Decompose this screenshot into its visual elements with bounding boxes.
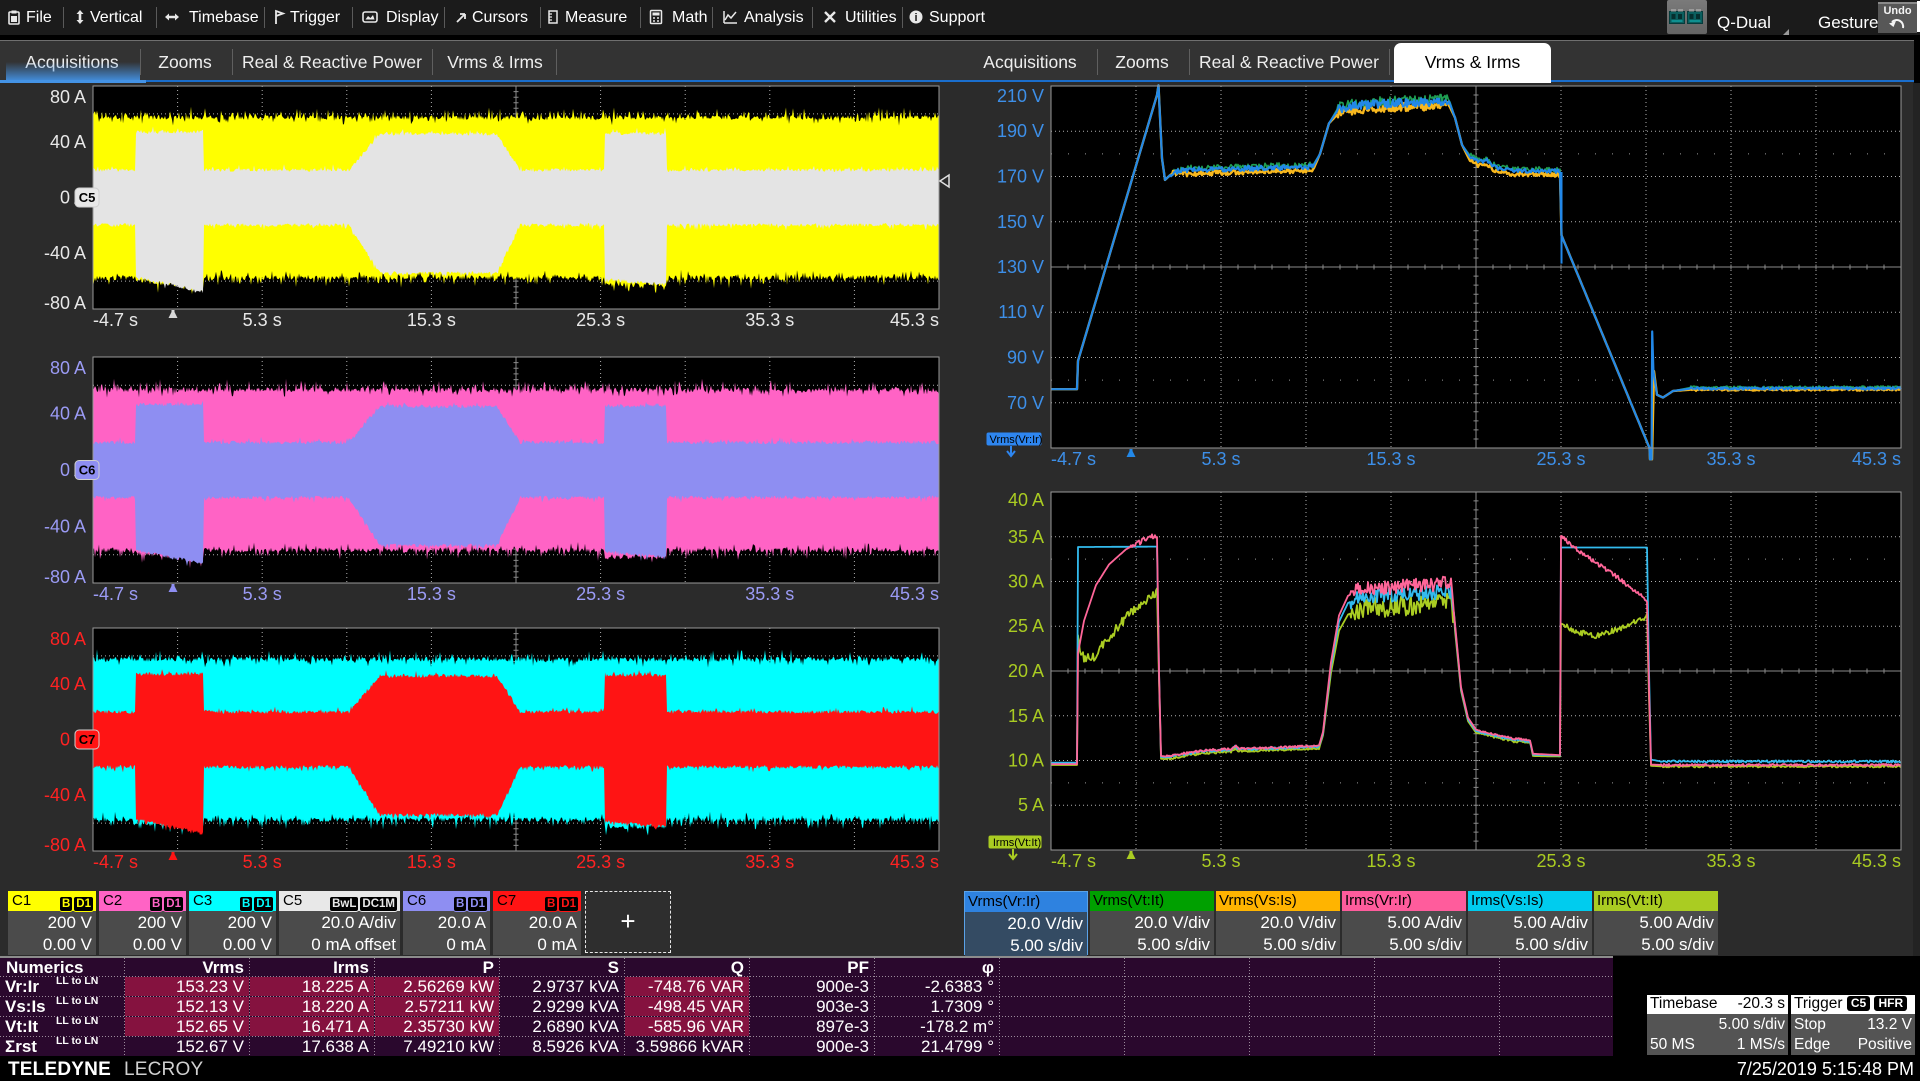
svg-text:130 V: 130 V	[997, 257, 1044, 277]
svg-text:5 A: 5 A	[1018, 795, 1044, 815]
svg-text:C5: C5	[79, 190, 96, 205]
svg-text:-4.7 s: -4.7 s	[93, 852, 138, 872]
svg-text:5.3 s: 5.3 s	[243, 584, 282, 604]
svg-text:35.3 s: 35.3 s	[1706, 851, 1755, 871]
svg-text:Vrms(Vr:Ir): Vrms(Vr:Ir)	[990, 434, 1043, 446]
svg-text:15.3 s: 15.3 s	[407, 852, 456, 872]
svg-text:90 V: 90 V	[1007, 348, 1044, 368]
svg-text:170 V: 170 V	[997, 167, 1044, 187]
svg-text:190 V: 190 V	[997, 121, 1044, 141]
svg-text:-80 A: -80 A	[44, 293, 86, 313]
svg-text:40 A: 40 A	[1008, 490, 1044, 510]
svg-text:45.3 s: 45.3 s	[890, 852, 939, 872]
svg-text:-80 A: -80 A	[44, 835, 86, 855]
svg-text:i: i	[914, 12, 917, 24]
svg-text:45.3 s: 45.3 s	[1852, 449, 1901, 469]
svg-text:-40 A: -40 A	[44, 785, 86, 805]
svg-text:15.3 s: 15.3 s	[1366, 449, 1415, 469]
svg-text:35.3 s: 35.3 s	[745, 310, 794, 330]
svg-text:-4.7 s: -4.7 s	[1051, 449, 1096, 469]
svg-text:20 A: 20 A	[1008, 661, 1044, 681]
svg-text:210 V: 210 V	[997, 86, 1044, 106]
svg-text:C7: C7	[79, 732, 96, 747]
svg-text:25 A: 25 A	[1008, 616, 1044, 636]
svg-text:40 A: 40 A	[50, 404, 86, 424]
svg-text:45.3 s: 45.3 s	[890, 584, 939, 604]
svg-text:35 A: 35 A	[1008, 527, 1044, 547]
svg-text:80 A: 80 A	[50, 629, 86, 649]
svg-text:-4.7 s: -4.7 s	[93, 584, 138, 604]
svg-text:35.3 s: 35.3 s	[745, 852, 794, 872]
svg-text:-40 A: -40 A	[44, 243, 86, 263]
svg-text:15.3 s: 15.3 s	[407, 584, 456, 604]
svg-text:25.3 s: 25.3 s	[576, 310, 625, 330]
svg-text:-4.7 s: -4.7 s	[1051, 851, 1096, 871]
svg-text:45.3 s: 45.3 s	[890, 310, 939, 330]
svg-text:80 A: 80 A	[50, 358, 86, 378]
svg-text:45.3 s: 45.3 s	[1852, 851, 1901, 871]
svg-text:25.3 s: 25.3 s	[1536, 449, 1585, 469]
svg-text:Irms(Vt:It): Irms(Vt:It)	[993, 837, 1041, 849]
svg-text:25.3 s: 25.3 s	[576, 852, 625, 872]
svg-text:30 A: 30 A	[1008, 572, 1044, 592]
svg-text:110 V: 110 V	[998, 302, 1044, 322]
svg-text:5.3 s: 5.3 s	[243, 852, 282, 872]
svg-text:-80 A: -80 A	[44, 567, 86, 587]
svg-text:25.3 s: 25.3 s	[1536, 851, 1585, 871]
svg-text:10 A: 10 A	[1008, 751, 1044, 771]
svg-text:25.3 s: 25.3 s	[576, 584, 625, 604]
svg-text:40 A: 40 A	[50, 132, 86, 152]
svg-text:15 A: 15 A	[1008, 706, 1044, 726]
svg-text:80 A: 80 A	[50, 87, 86, 107]
svg-text:35.3 s: 35.3 s	[745, 584, 794, 604]
svg-text:70 V: 70 V	[1007, 393, 1044, 413]
svg-text:-40 A: -40 A	[44, 517, 86, 537]
svg-text:15.3 s: 15.3 s	[407, 310, 456, 330]
svg-text:C6: C6	[79, 463, 96, 478]
svg-text:-4.7 s: -4.7 s	[93, 310, 138, 330]
svg-text:5.3 s: 5.3 s	[1201, 449, 1240, 469]
svg-text:40 A: 40 A	[50, 674, 86, 694]
svg-text:5.3 s: 5.3 s	[1201, 851, 1240, 871]
svg-text:35.3 s: 35.3 s	[1706, 449, 1755, 469]
svg-text:15.3 s: 15.3 s	[1366, 851, 1415, 871]
svg-text:5.3 s: 5.3 s	[243, 310, 282, 330]
svg-text:150 V: 150 V	[997, 212, 1044, 232]
